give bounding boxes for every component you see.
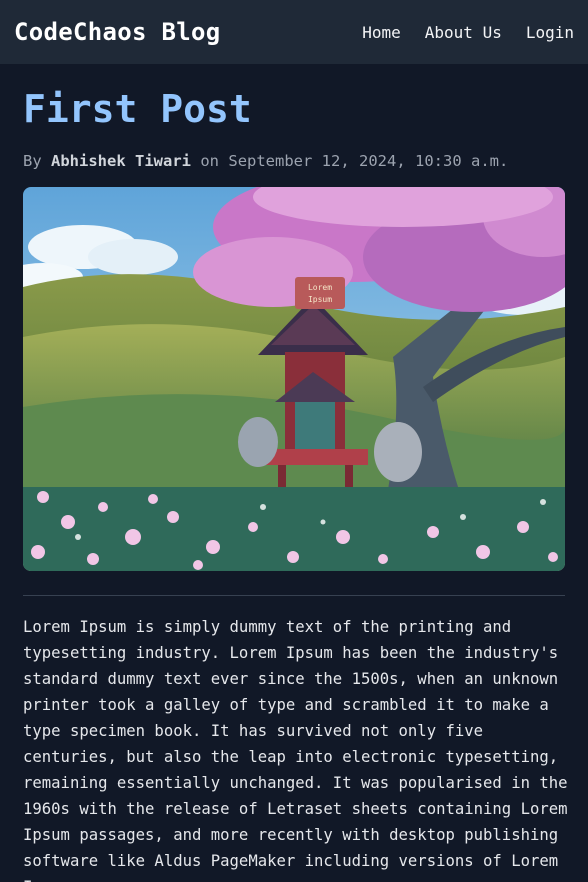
nav-login-link[interactable]: Login — [526, 23, 574, 42]
navbar: CodeChaos Blog Home About Us Login — [0, 0, 588, 64]
shrine-sign-line2: Ipsum — [308, 295, 332, 304]
post-meta: By Abhishek Tiwari on September 12, 2024… — [23, 152, 565, 170]
by-label: By — [23, 152, 42, 170]
post-title: First Post — [23, 87, 252, 131]
nav-links: Home About Us Login — [338, 23, 574, 42]
post-date: September 12, 2024, 10:30 a.m. — [228, 152, 509, 170]
site-brand[interactable]: CodeChaos Blog — [14, 18, 221, 46]
post-body: Lorem Ipsum is simply dummy text of the … — [23, 618, 568, 882]
content-divider — [23, 595, 565, 596]
nav-home-link[interactable]: Home — [362, 23, 401, 42]
post-container: First Post By Abhishek Tiwari on Septemb… — [0, 64, 588, 882]
post-hero-image: Lorem Ipsum — [23, 187, 565, 571]
nav-about-link[interactable]: About Us — [425, 23, 502, 42]
on-label: on — [200, 152, 220, 170]
post-author: Abhishek Tiwari — [51, 152, 191, 170]
shrine-sign-line1: Lorem — [308, 283, 332, 292]
